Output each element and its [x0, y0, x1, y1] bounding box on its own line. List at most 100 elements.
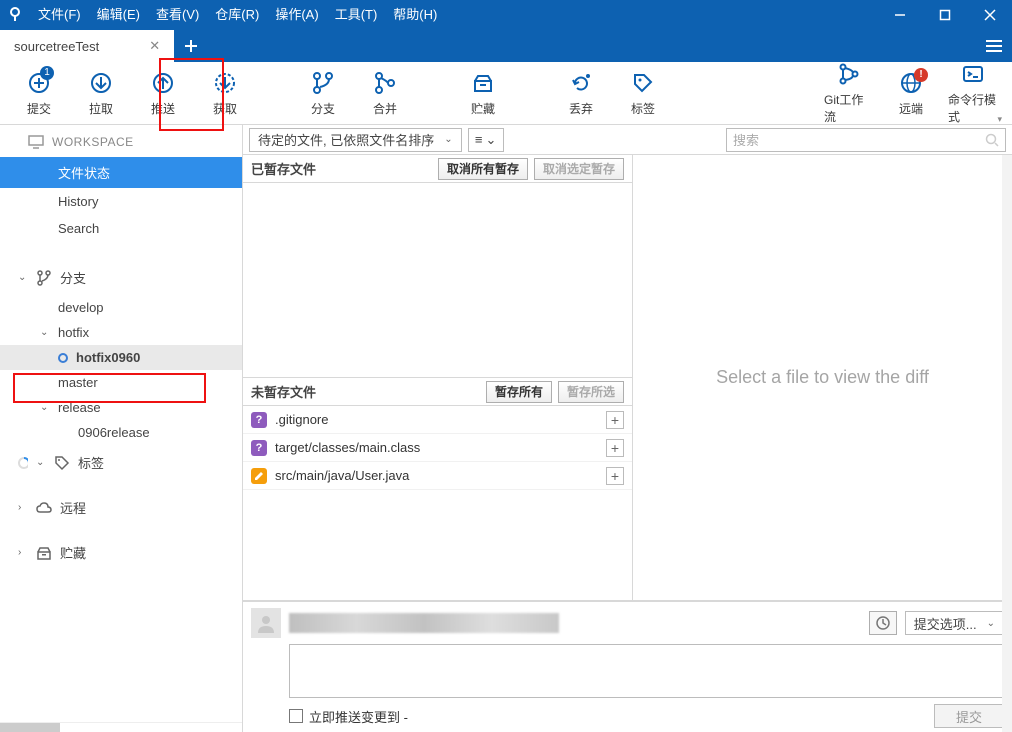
file-status-unknown: ?	[251, 412, 267, 428]
search-icon	[985, 133, 999, 147]
history-icon-button[interactable]	[869, 611, 897, 635]
loading-icon	[18, 457, 28, 469]
repo-tab[interactable]: sourcetreeTest ✕	[0, 30, 174, 62]
tags-section[interactable]: ⌄ 标签	[0, 445, 242, 480]
push-icon	[151, 70, 175, 96]
tag-icon	[631, 70, 655, 96]
stage-file-button[interactable]: +	[606, 439, 624, 457]
file-row[interactable]: ? target/classes/main.class +	[243, 434, 632, 462]
fetch-icon	[213, 70, 237, 96]
branch-icon	[311, 70, 335, 96]
push-immediately-checkbox[interactable]	[289, 709, 303, 723]
monitor-icon	[28, 135, 44, 149]
avatar	[251, 608, 281, 638]
remotes-section[interactable]: › 远程	[0, 490, 242, 525]
commit-message-input[interactable]	[289, 644, 1004, 698]
pending-filter-select[interactable]: 待定的文件, 已依照文件名排序 ⌄	[249, 128, 462, 152]
stage-file-button[interactable]: +	[606, 411, 624, 429]
fetch-button[interactable]: 获取	[200, 70, 250, 117]
staged-files-list	[243, 183, 632, 377]
chevron-down-icon: ⌄	[444, 134, 452, 145]
branch-hotfix[interactable]: ⌄ hotfix	[0, 320, 242, 345]
branch-release[interactable]: ⌄ release	[0, 395, 242, 420]
commit-options-select[interactable]: 提交选项... ⌄	[905, 611, 1004, 635]
commit-submit-button[interactable]: 提交	[934, 704, 1004, 728]
current-branch-indicator	[58, 353, 68, 363]
chevron-down-icon: ⌄	[18, 272, 28, 283]
workspace-header: WORKSPACE	[0, 125, 242, 157]
cloud-icon	[36, 502, 52, 514]
file-status-modified	[251, 468, 267, 484]
chevron-down-icon: ⌄	[485, 132, 496, 148]
branch-button[interactable]: 分支	[298, 70, 348, 117]
branch-master[interactable]: master	[0, 370, 242, 395]
unstaged-header: 未暂存文件 暂存所有 暂存所选	[243, 378, 632, 406]
stashes-section[interactable]: › 贮藏	[0, 535, 242, 570]
chevron-right-icon: ›	[18, 502, 28, 513]
branch-icon	[36, 270, 52, 286]
unstaged-files-list: ? .gitignore + ? target/classes/main.cla…	[243, 406, 632, 600]
menu-tools[interactable]: 工具(T)	[327, 0, 386, 30]
app-logo	[0, 7, 30, 23]
sidebar-hscroll[interactable]	[0, 722, 242, 732]
menu-icon[interactable]	[976, 30, 1012, 62]
terminal-icon	[961, 61, 985, 87]
branch-hotfix0960[interactable]: hotfix0960	[0, 345, 242, 370]
pull-button[interactable]: 拉取	[76, 70, 126, 117]
content-vscroll[interactable]	[1002, 155, 1012, 732]
branch-develop[interactable]: develop	[0, 295, 242, 320]
staged-header: 已暂存文件 取消所有暂存 取消选定暂存	[243, 155, 632, 183]
sidebar-item-filestatus[interactable]: 文件状态	[0, 157, 242, 188]
file-row[interactable]: ? .gitignore +	[243, 406, 632, 434]
stash-icon	[36, 546, 52, 560]
menu-view[interactable]: 查看(V)	[148, 0, 207, 30]
push-button[interactable]: 推送	[138, 70, 188, 117]
window-maximize[interactable]	[922, 0, 967, 30]
add-tab-button[interactable]	[174, 30, 208, 62]
chevron-down-icon: ⌄	[36, 457, 46, 468]
clock-icon	[876, 616, 890, 630]
stage-selected-button[interactable]: 暂存所选	[558, 381, 624, 403]
file-status-unknown: ?	[251, 440, 267, 456]
list-icon: ≡	[475, 132, 483, 147]
chevron-down-icon: ▾	[997, 114, 1002, 125]
window-close[interactable]	[967, 0, 1012, 30]
alert-badge: !	[914, 68, 928, 82]
chevron-right-icon: ›	[18, 547, 28, 558]
remote-button[interactable]: ! 远端	[886, 70, 936, 117]
branches-section[interactable]: ⌄ 分支	[0, 260, 242, 295]
user-icon	[256, 613, 276, 633]
menu-edit[interactable]: 编辑(E)	[89, 0, 148, 30]
commit-button[interactable]: 1 提交	[14, 70, 64, 117]
tag-button[interactable]: 标签	[618, 70, 668, 117]
menu-repo[interactable]: 仓库(R)	[207, 0, 267, 30]
chevron-down-icon: ⌄	[40, 402, 50, 413]
repo-tab-title: sourcetreeTest	[14, 39, 99, 54]
merge-icon	[373, 70, 397, 96]
menu-action[interactable]: 操作(A)	[267, 0, 326, 30]
search-input[interactable]: 搜索	[726, 128, 1006, 152]
unstage-selected-button[interactable]: 取消选定暂存	[534, 158, 624, 180]
stash-button[interactable]: 贮藏	[458, 70, 508, 117]
close-icon[interactable]: ✕	[149, 38, 160, 54]
menu-file[interactable]: 文件(F)	[30, 0, 89, 30]
sidebar-item-search[interactable]: Search	[0, 215, 242, 242]
discard-icon	[569, 70, 593, 96]
file-row[interactable]: src/main/java/User.java +	[243, 462, 632, 490]
stage-all-button[interactable]: 暂存所有	[486, 381, 552, 403]
merge-button[interactable]: 合并	[360, 70, 410, 117]
stage-file-button[interactable]: +	[606, 467, 624, 485]
view-mode-button[interactable]: ≡ ⌄	[468, 128, 504, 152]
window-minimize[interactable]	[877, 0, 922, 30]
discard-button[interactable]: 丢弃	[556, 70, 606, 117]
terminal-button[interactable]: 命令行模式 ▾	[948, 61, 998, 125]
gitflow-icon	[837, 61, 861, 87]
unstage-all-button[interactable]: 取消所有暂存	[438, 158, 528, 180]
branch-0906release[interactable]: 0906release	[0, 420, 242, 445]
sidebar-item-history[interactable]: History	[0, 188, 242, 215]
commit-badge: 1	[40, 66, 54, 80]
push-checkbox-label: 立即推送变更到 -	[309, 707, 408, 726]
author-name	[289, 613, 559, 633]
menu-help[interactable]: 帮助(H)	[385, 0, 445, 30]
gitflow-button[interactable]: Git工作流	[824, 61, 874, 125]
